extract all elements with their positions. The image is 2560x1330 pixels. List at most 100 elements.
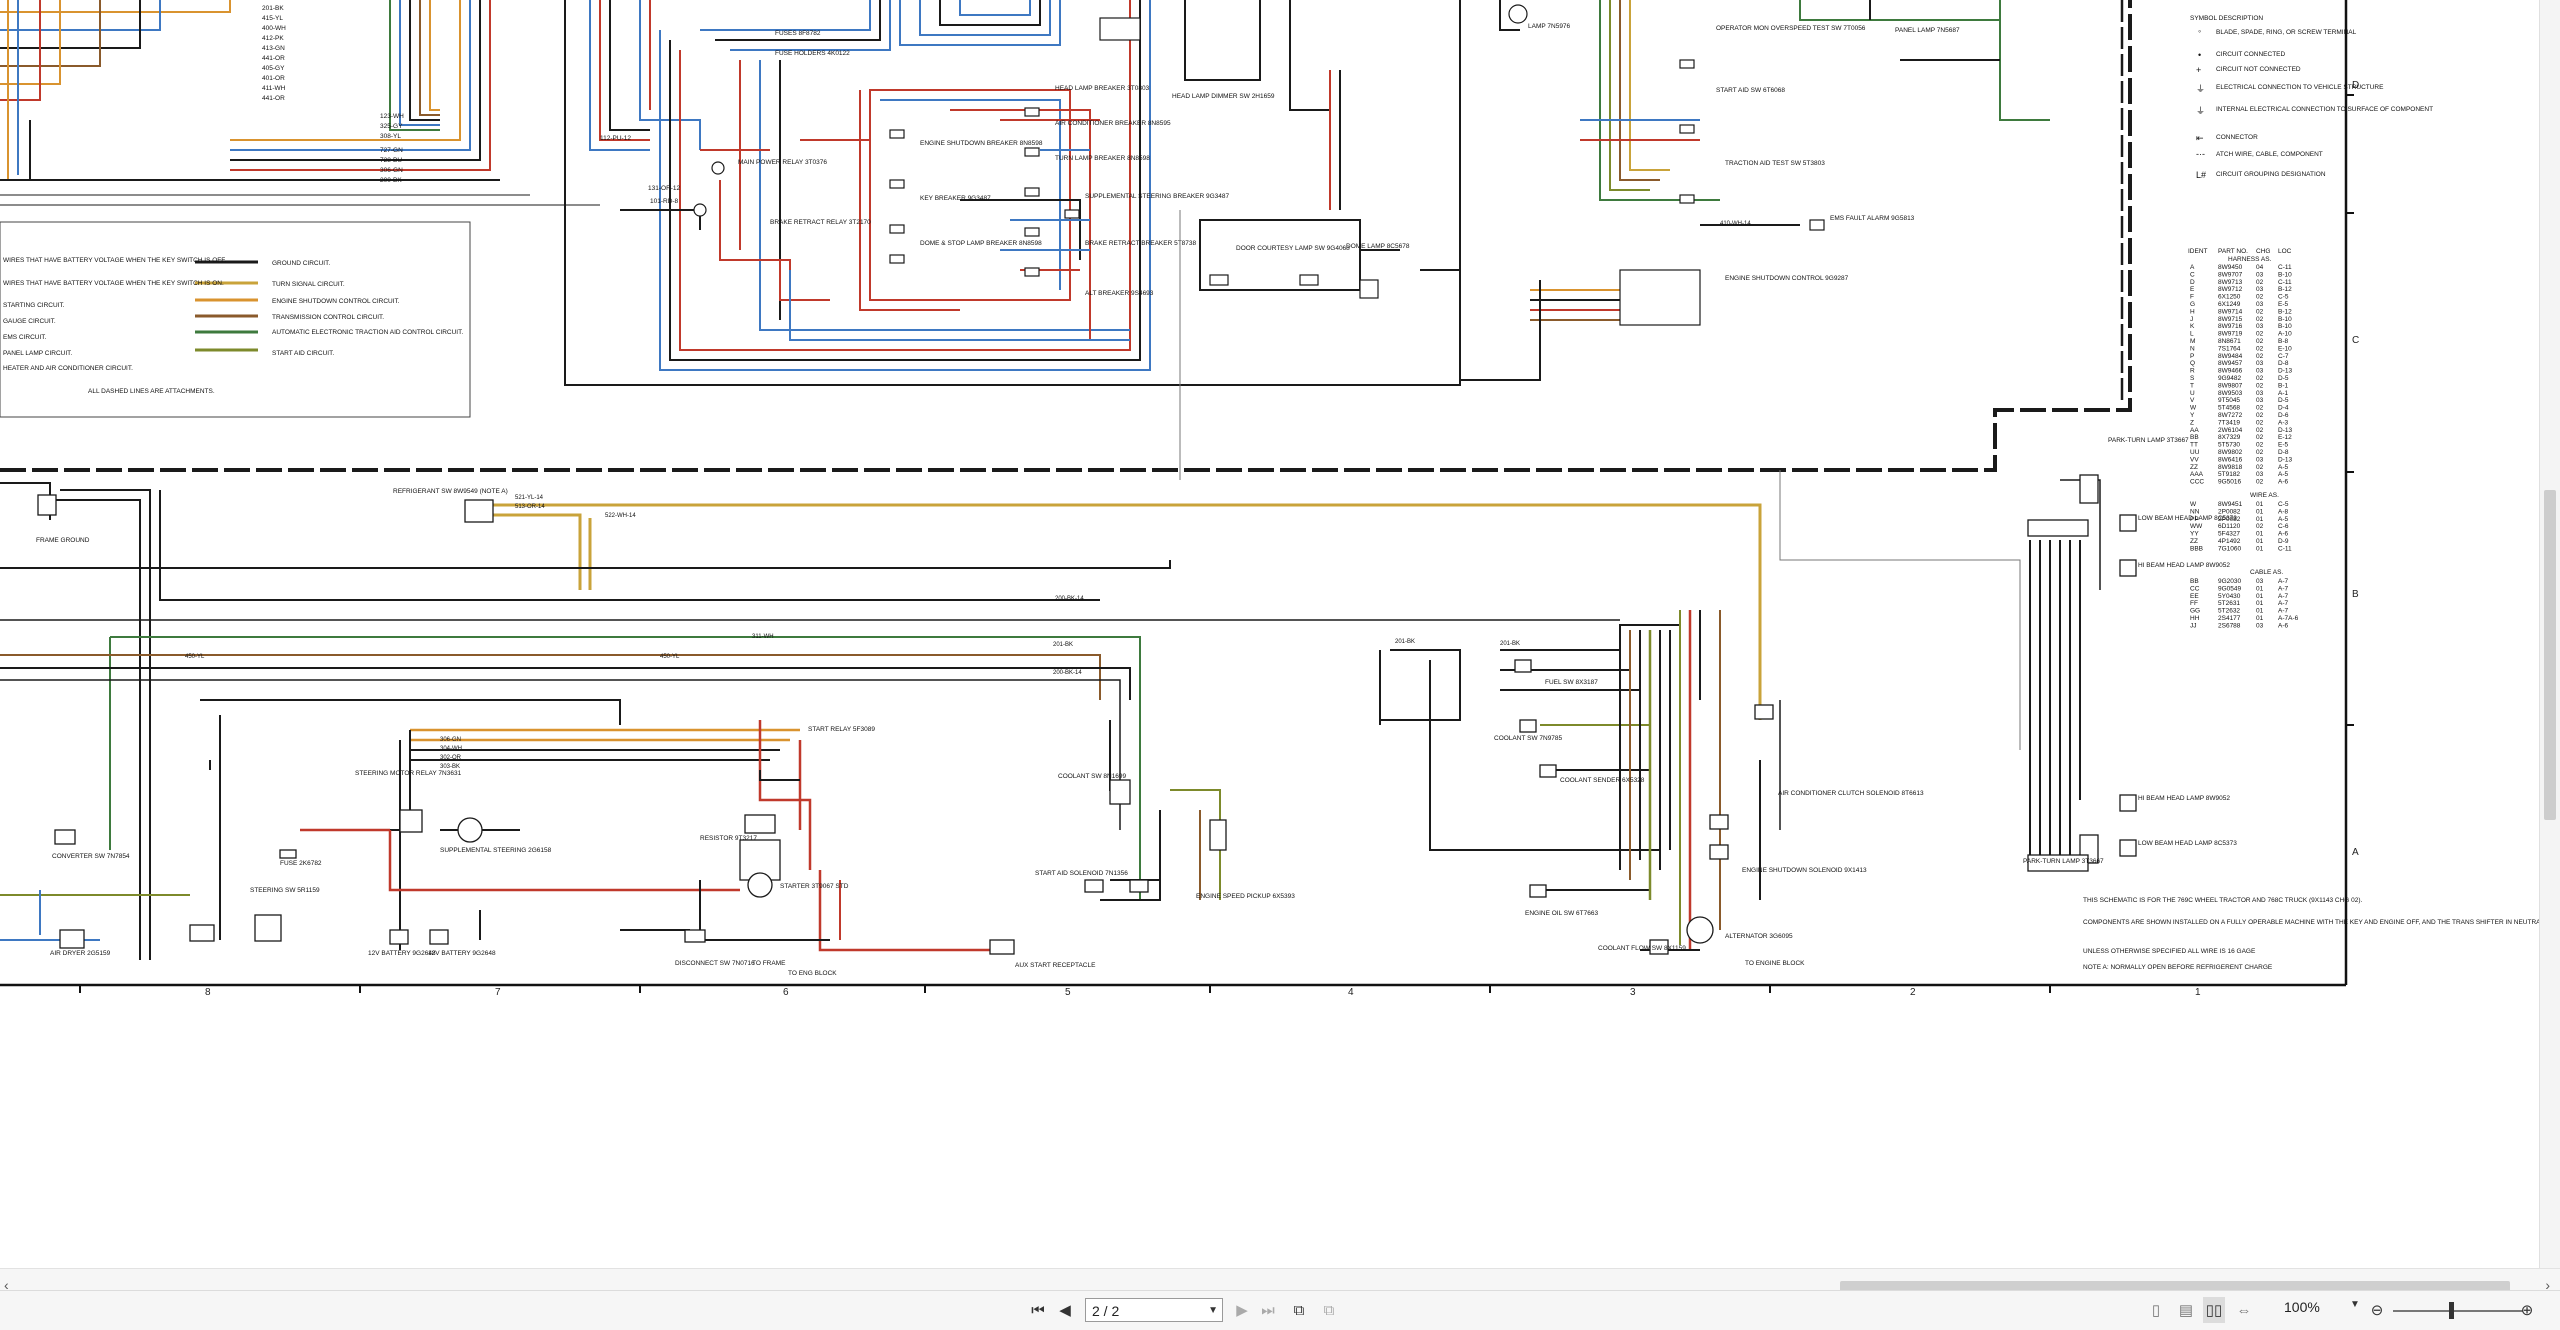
cable_rows-cell: 01 — [2256, 600, 2264, 607]
svg-text:TO ENG BLOCK: TO ENG BLOCK — [788, 970, 837, 977]
grid-col-4: 4 — [1348, 987, 1354, 998]
rows-cell: D-6 — [2278, 412, 2289, 419]
rows-cell: H — [2190, 308, 2195, 315]
svg-text:201-BK: 201-BK — [262, 5, 284, 12]
first-page-icon[interactable]: ⏮ — [1028, 1297, 1048, 1323]
rows-cell: BB — [2190, 434, 2199, 441]
svg-text:RESISTOR 9T3217: RESISTOR 9T3217 — [700, 835, 757, 842]
previous-page-icon[interactable]: ◀ — [1055, 1297, 1075, 1323]
two-page-icon[interactable]: ▯▯ — [2203, 1297, 2225, 1323]
grid-col-8: 8 — [205, 987, 211, 998]
rows-cell: A-10 — [2278, 331, 2292, 338]
breaker-labels: FUSES 8F8782 FUSE HOLDERS 4K0122 MAIN PO… — [600, 30, 1230, 297]
svg-text:201-BK: 201-BK — [1395, 639, 1415, 645]
cable_rows-cell: 9G2030 — [2218, 578, 2242, 585]
rows-cell: 8W9807 — [2218, 382, 2243, 389]
rows-cell: 02 — [2256, 427, 2264, 434]
svg-text:EMS FAULT ALARM 9G5813: EMS FAULT ALARM 9G5813 — [1830, 215, 1915, 222]
svg-text:COOLANT SW 8N1699: COOLANT SW 8N1699 — [1058, 773, 1127, 780]
cable-rows: BB 9G2030 03 A-7 CC 9G0549 01 A-7 EE 5Y0430 01 A-7 F… — [2190, 578, 2299, 629]
harness-rows: A 8W9450 04 C-11 C 8W9707 03 B-10 D 8W9713 02 C-11 E… — [2190, 264, 2292, 486]
continuous-page-icon[interactable]: ▤ — [2175, 1297, 2197, 1323]
rows-cell: N — [2190, 345, 2195, 352]
svg-text:STEERING MOTOR RELAY 7N3631: STEERING MOTOR RELAY 7N3631 — [355, 770, 462, 777]
zoom-out-icon[interactable]: ⊖ — [2366, 1297, 2388, 1323]
wire_rows-cell: WW — [2190, 523, 2203, 530]
rows-cell: G — [2190, 301, 2195, 308]
legend-entry-traction: AUTOMATIC ELECTRONIC TRACTION AID CONTRO… — [272, 329, 463, 336]
grid-row-c: C — [2352, 335, 2359, 346]
rows-cell: E-5 — [2278, 442, 2289, 449]
zoom-slider-handle[interactable] — [2449, 1302, 2454, 1319]
zoom-dropdown-icon[interactable]: ▼ — [2350, 1299, 2360, 1310]
harness-col-chg: CHG — [2256, 248, 2270, 255]
vertical-scroll-thumb[interactable] — [2544, 490, 2556, 820]
svg-text:FUSES 8F8782: FUSES 8F8782 — [775, 30, 821, 37]
rows-cell: E — [2190, 286, 2195, 293]
rows-cell: A-1 — [2278, 390, 2289, 397]
svg-text:PARK-TURN LAMP 3T3667: PARK-TURN LAMP 3T3667 — [2023, 858, 2104, 865]
svg-text:◦: ◦ — [2198, 26, 2201, 36]
zoom-in-icon[interactable]: ⊕ — [2516, 1297, 2538, 1323]
svg-text:411-WH: 411-WH — [262, 85, 286, 92]
svg-text:12V BATTERY 9G2648: 12V BATTERY 9G2648 — [428, 950, 496, 957]
svg-text:450-YL: 450-YL — [660, 654, 680, 660]
svg-text:AUX START RECEPTACLE: AUX START RECEPTACLE — [1015, 962, 1096, 969]
svg-text:HI BEAM HEAD LAMP 8W9052: HI BEAM HEAD LAMP 8W9052 — [2138, 562, 2230, 569]
next-page-icon[interactable]: ▶ — [1232, 1297, 1252, 1323]
rows-cell: 5T4568 — [2218, 405, 2240, 412]
symbol-desc-2: CIRCUIT CONNECTED — [2216, 51, 2286, 58]
svg-text:HEAD LAMP BREAKER 3T0803: HEAD LAMP BREAKER 3T0803 — [1055, 85, 1150, 92]
harness-col-part: PART NO. — [2218, 248, 2248, 255]
svg-text:COOLANT SW 7N9785: COOLANT SW 7N9785 — [1494, 735, 1563, 742]
svg-text:SUPPLEMENTAL STEERING 2G6158: SUPPLEMENTAL STEERING 2G6158 — [440, 847, 552, 854]
rows-cell: 8W9450 — [2218, 264, 2243, 271]
vertical-scrollbar[interactable] — [2539, 0, 2560, 1268]
svg-text:200-BK: 200-BK — [380, 177, 402, 184]
page-dropdown-icon[interactable]: ▼ — [1208, 1299, 1218, 1323]
view-mode-icon[interactable]: ⧉ — [1288, 1297, 1310, 1323]
svg-text:306-GN: 306-GN — [380, 167, 403, 174]
rows-cell: 6X1249 — [2218, 301, 2241, 308]
rows-cell: 5T5730 — [2218, 442, 2240, 449]
wire_rows-cell: BBB — [2190, 545, 2203, 552]
svg-text:302-OR: 302-OR — [440, 755, 462, 761]
svg-text:12V BATTERY 9G2648: 12V BATTERY 9G2648 — [368, 950, 436, 957]
zoom-slider[interactable] — [2393, 1310, 2523, 1312]
breaker-panel-wiring — [564, 0, 1461, 386]
svg-text:ALT BREAKER 9S4693: ALT BREAKER 9S4693 — [1085, 290, 1154, 297]
rows-cell: B-8 — [2278, 338, 2289, 345]
rows-cell: 9G5016 — [2218, 479, 2242, 486]
single-page-icon[interactable]: ▯ — [2145, 1297, 2167, 1323]
rows-cell: M — [2190, 338, 2195, 345]
rows-cell: 03 — [2256, 471, 2264, 478]
last-page-icon[interactable]: ⏭ — [1258, 1297, 1278, 1323]
svg-text:HEAD LAMP DIMMER SW 2H1659: HEAD LAMP DIMMER SW 2H1659 — [1172, 93, 1275, 100]
rows-cell: 8X7329 — [2218, 434, 2241, 441]
zoom-level[interactable]: 100% — [2284, 1299, 2320, 1315]
page-number-field[interactable]: 2 / 2 ▼ — [1085, 1298, 1223, 1322]
symbol-descriptions: SYMBOL DESCRIPTION ◦ • + ⏚ ⏚ ⇤ -·- L# BL… — [2190, 15, 2433, 180]
rows-cell: C-11 — [2278, 279, 2292, 286]
rows-cell: 8N8671 — [2218, 338, 2241, 345]
svg-text:PANEL LAMP 7N5687: PANEL LAMP 7N5687 — [1895, 27, 1960, 34]
svg-text:400-WH: 400-WH — [262, 25, 286, 32]
harness-table: IDENT PART NO. CHG LOC HARNESS AS. A 8W94… — [2188, 248, 2299, 629]
rows-cell: 03 — [2256, 368, 2264, 375]
rows-cell: E-5 — [2278, 301, 2289, 308]
svg-text:START RELAY 5F3089: START RELAY 5F3089 — [808, 726, 875, 733]
svg-text:ENGINE SHUTDOWN CONTROL 9G9287: ENGINE SHUTDOWN CONTROL 9G9287 — [1725, 275, 1849, 282]
svg-text:DOME LAMP 8C5678: DOME LAMP 8C5678 — [1346, 243, 1410, 250]
svg-text:TO FRAME: TO FRAME — [752, 960, 786, 967]
wire_rows-cell: C-5 — [2278, 501, 2289, 508]
rows-cell: C-5 — [2278, 294, 2289, 301]
svg-text:FUEL SW 8X3187: FUEL SW 8X3187 — [1545, 679, 1598, 686]
rows-cell: 02 — [2256, 279, 2264, 286]
fit-width-icon[interactable]: ⇔ — [2233, 1297, 2255, 1323]
rows-cell: CCC — [2190, 479, 2204, 486]
rows-cell: 02 — [2256, 316, 2264, 323]
grid-row-a: A — [2352, 847, 2359, 858]
grid-col-3: 3 — [1630, 987, 1636, 998]
cable_rows-cell: 01 — [2256, 585, 2264, 592]
compare-view-icon[interactable]: ⧉ — [1318, 1297, 1340, 1323]
